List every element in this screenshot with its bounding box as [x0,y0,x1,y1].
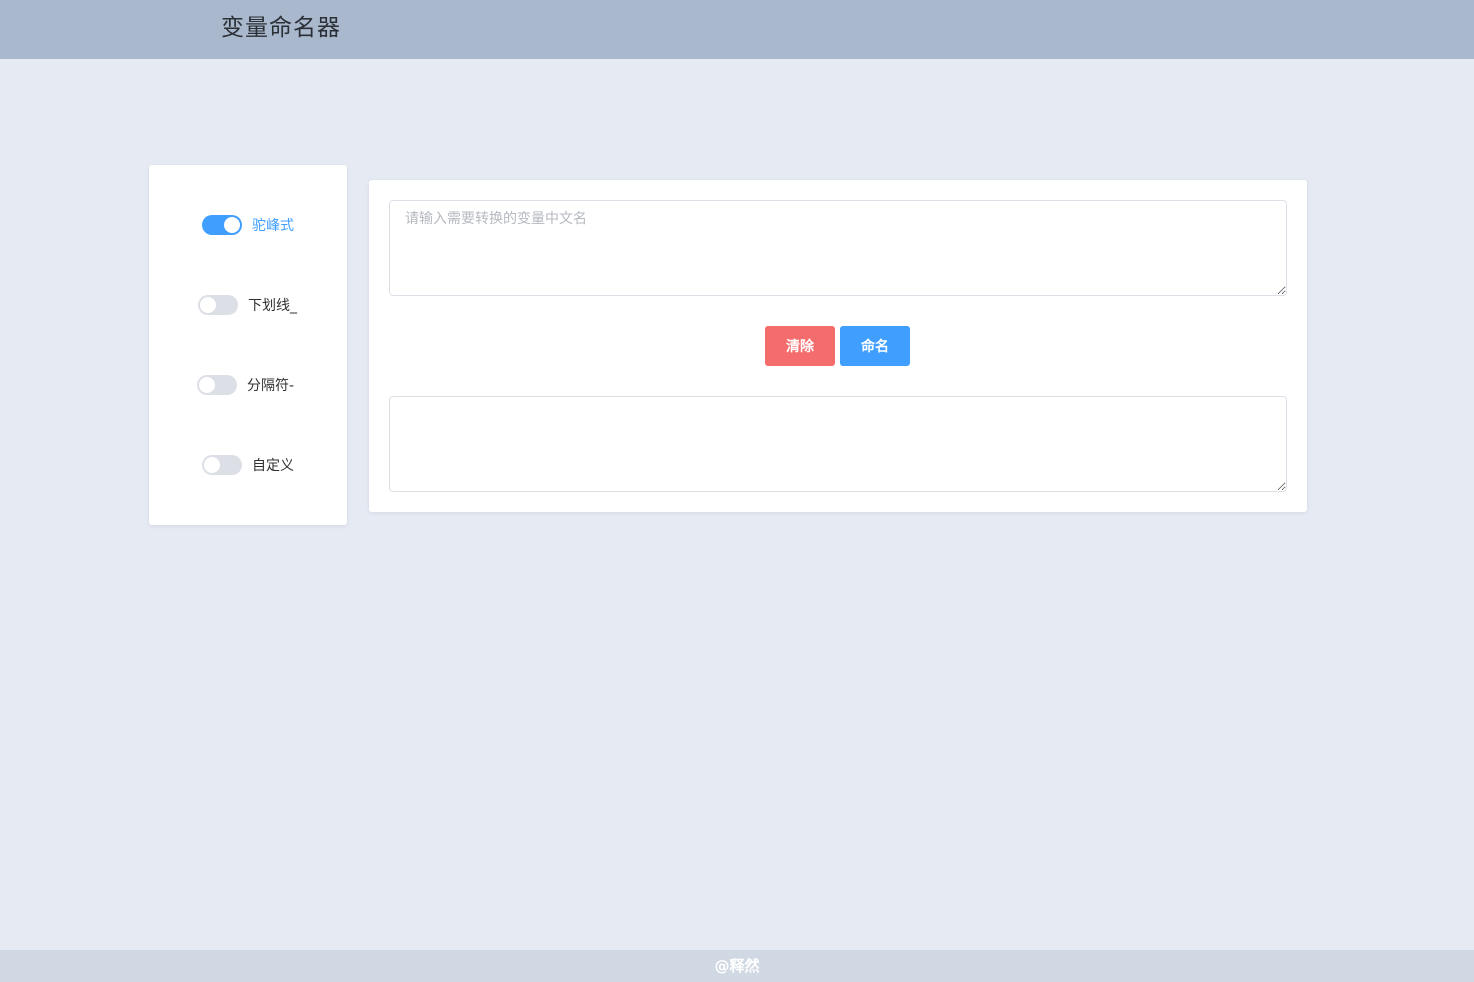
hyphen-switch[interactable] [197,375,237,395]
switch-knob [200,297,216,313]
result-output[interactable] [389,396,1287,492]
option-label: 分隔符- [247,378,295,394]
switch-knob [199,377,215,393]
option-label: 下划线_ [248,298,297,314]
app-title: 变量命名器 [221,15,341,41]
option-hyphen[interactable]: 分隔符- [197,374,294,396]
switch-knob [204,457,220,473]
naming-style-panel: 驼峰式 下划线_ 分隔符- 自定义 [149,165,347,525]
underscore-switch[interactable] [198,295,238,315]
name-button[interactable]: 命名 [840,326,910,366]
option-camel-case[interactable]: 驼峰式 [202,214,294,236]
clear-button[interactable]: 清除 [765,326,835,366]
switch-knob [224,217,240,233]
chinese-name-input[interactable] [389,200,1287,296]
option-underscore[interactable]: 下划线_ [198,294,297,316]
custom-switch[interactable] [202,455,242,475]
footer: @释然 [0,950,1474,982]
camel-case-switch[interactable] [202,215,242,235]
app-header: 变量命名器 [0,0,1474,59]
option-label: 自定义 [252,458,294,474]
option-label: 驼峰式 [252,218,294,234]
option-custom[interactable]: 自定义 [202,454,294,476]
footer-credit: @释然 [714,957,760,975]
converter-panel: 清除 命名 [369,180,1307,512]
